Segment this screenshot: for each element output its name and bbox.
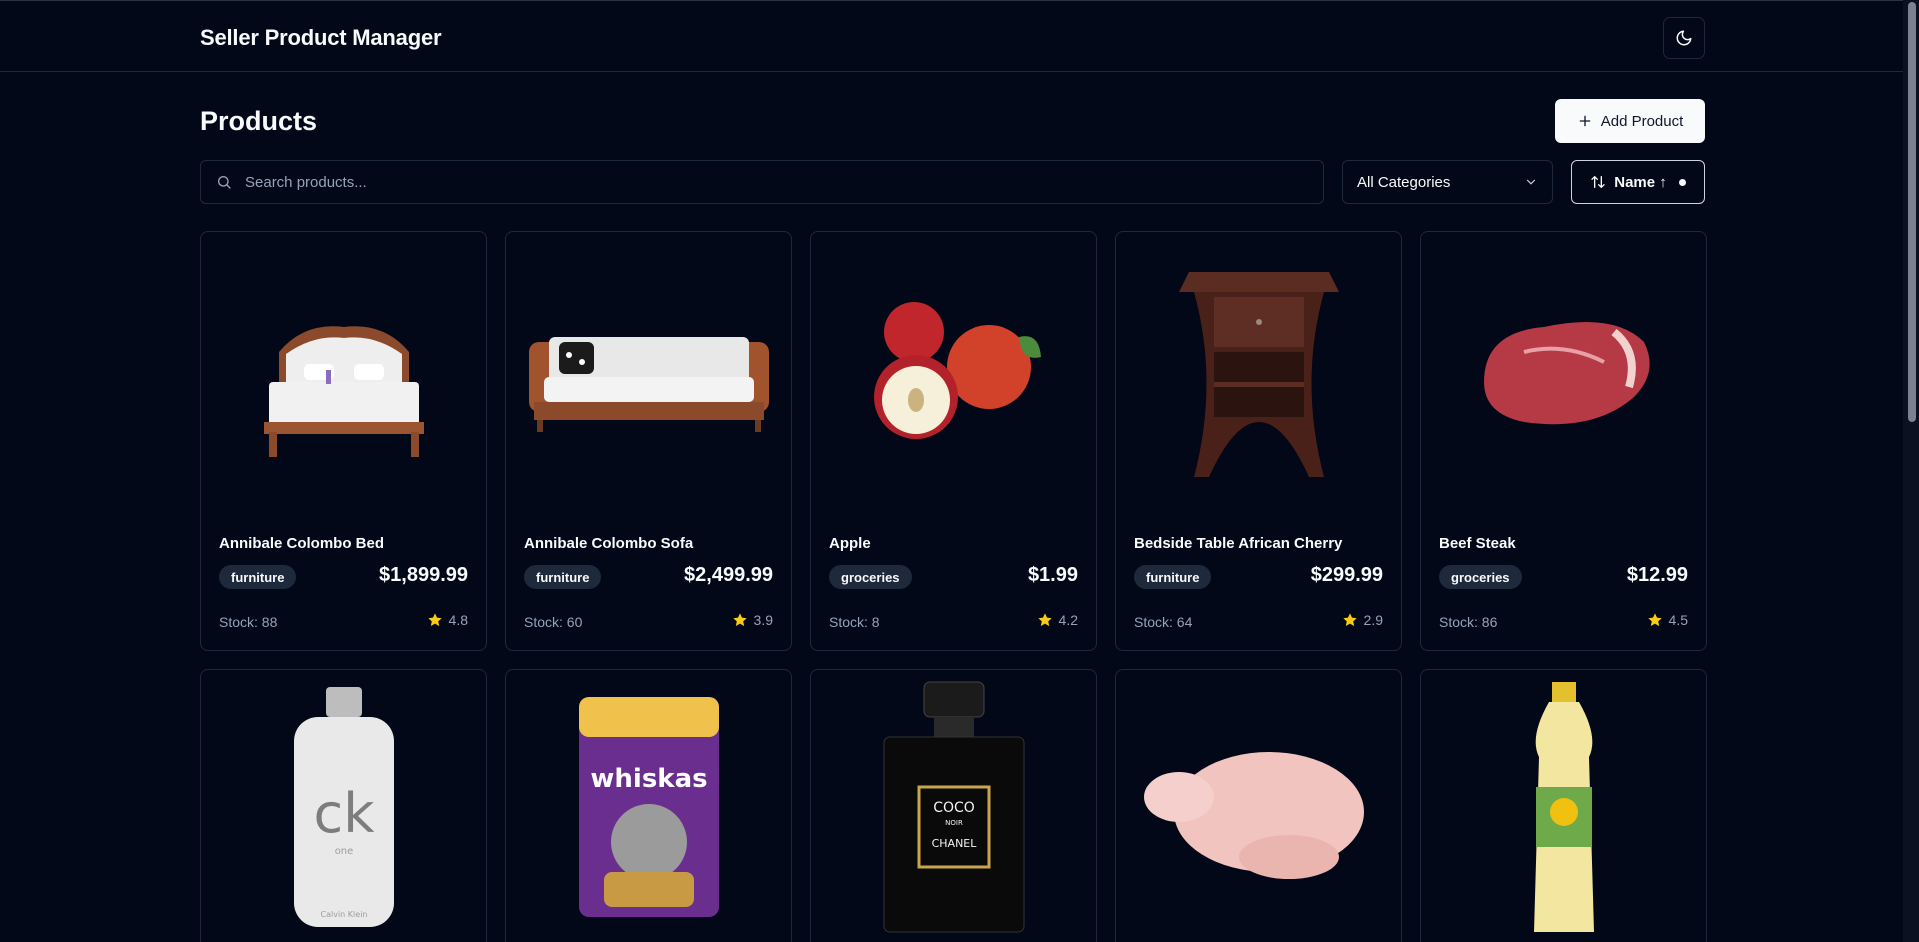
product-card[interactable]: Annibale Colombo Sofa furniture $2,499.9… (505, 231, 792, 651)
product-stock: Stock: 60 (524, 614, 583, 630)
product-name: Annibale Colombo Bed (219, 535, 384, 552)
perfume-sublabel: NOIR (945, 819, 963, 827)
product-price: $299.99 (1310, 564, 1383, 586)
app-title: Seller Product Manager (200, 25, 442, 50)
product-price: $1,899.99 (379, 564, 468, 586)
star-icon (1342, 613, 1357, 627)
product-price: $2,499.99 (684, 564, 773, 586)
category-badge: furniture (1134, 565, 1212, 589)
search-icon (218, 176, 231, 189)
product-image-chicken (1116, 670, 1401, 942)
pouch-brand: whiskas (590, 764, 707, 794)
star-icon (1037, 613, 1052, 627)
theme-toggle-button[interactable] (1663, 17, 1705, 59)
product-card[interactable]: whiskas (505, 669, 792, 942)
perfume-brand: Calvin Klein (320, 910, 367, 919)
category-badge: groceries (1439, 565, 1522, 589)
star-icon (427, 613, 442, 627)
sort-active-dot (1678, 178, 1686, 186)
product-rating: 4.8 (427, 612, 468, 628)
search-input[interactable]: Search products... (200, 160, 1324, 204)
product-image-steak (1421, 232, 1706, 512)
rating-value: 4.8 (448, 612, 468, 628)
category-badge: furniture (219, 565, 297, 589)
product-stock: Stock: 8 (829, 614, 880, 630)
add-product-label: Add Product (1600, 112, 1684, 130)
top-bar: Seller Product Manager (0, 0, 1903, 72)
plus-icon (1579, 115, 1591, 127)
search-placeholder: Search products... (245, 173, 367, 191)
product-image-oil-bottle (1421, 670, 1706, 942)
category-badge: furniture (524, 565, 602, 589)
product-name: Bedside Table African Cherry (1134, 535, 1343, 552)
sort-button[interactable]: Name ↑ (1571, 160, 1705, 204)
product-rating: 2.9 (1342, 612, 1383, 628)
product-stock: Stock: 88 (219, 614, 278, 630)
product-image-perfume-black: COCO NOIR CHANEL (811, 670, 1096, 942)
perfume-label: COCO (933, 800, 975, 816)
category-badge: groceries (829, 565, 912, 589)
product-image-sofa (506, 232, 791, 512)
chevron-down-icon (1526, 179, 1536, 185)
product-price: $12.99 (1626, 564, 1688, 586)
add-product-button[interactable]: Add Product (1555, 99, 1705, 143)
product-stock: Stock: 86 (1439, 614, 1498, 630)
star-icon (1647, 613, 1662, 627)
product-card[interactable]: Bedside Table African Cherry furniture $… (1115, 231, 1402, 651)
product-image-nightstand (1116, 232, 1401, 512)
rating-value: 2.9 (1363, 612, 1383, 628)
product-card[interactable]: COCO NOIR CHANEL (810, 669, 1097, 942)
product-card[interactable] (1420, 669, 1707, 942)
star-icon (732, 613, 747, 627)
perfume-label: ck (313, 782, 375, 845)
category-select[interactable]: All Categories (1342, 160, 1553, 204)
sort-arrows-icon (1591, 176, 1605, 188)
perfume-sublabel: one (334, 846, 353, 857)
product-image-cat-food-pouch: whiskas (506, 670, 791, 942)
rating-value: 3.9 (753, 612, 773, 628)
page-title: Products (200, 106, 318, 136)
product-rating: 4.2 (1037, 612, 1078, 628)
product-name: Beef Steak (1439, 535, 1516, 552)
sort-label: Name ↑ (1614, 173, 1667, 191)
product-stock: Stock: 64 (1134, 614, 1193, 630)
moon-icon (1676, 30, 1692, 46)
rating-value: 4.2 (1058, 612, 1078, 628)
product-card[interactable]: Annibale Colombo Bed furniture $1,899.99… (200, 231, 487, 651)
product-card[interactable]: ck one Calvin Klein (200, 669, 487, 942)
rating-value: 4.5 (1668, 612, 1688, 628)
product-card[interactable] (1115, 669, 1402, 942)
product-name: Apple (829, 535, 871, 552)
product-card[interactable]: Apple groceries $1.99 Stock: 8 4.2 (810, 231, 1097, 651)
perfume-brand: CHANEL (931, 837, 977, 850)
product-image-bed (201, 232, 486, 512)
scrollbar-thumb[interactable] (1908, 2, 1916, 422)
product-image-apple (811, 232, 1096, 512)
product-rating: 4.5 (1647, 612, 1688, 628)
product-rating: 3.9 (732, 612, 773, 628)
product-price: $1.99 (1027, 564, 1078, 586)
product-card[interactable]: Beef Steak groceries $12.99 Stock: 86 4.… (1420, 231, 1707, 651)
category-selected: All Categories (1357, 173, 1451, 191)
product-image-perfume-bottle: ck one Calvin Klein (201, 670, 486, 942)
product-name: Annibale Colombo Sofa (524, 535, 694, 552)
